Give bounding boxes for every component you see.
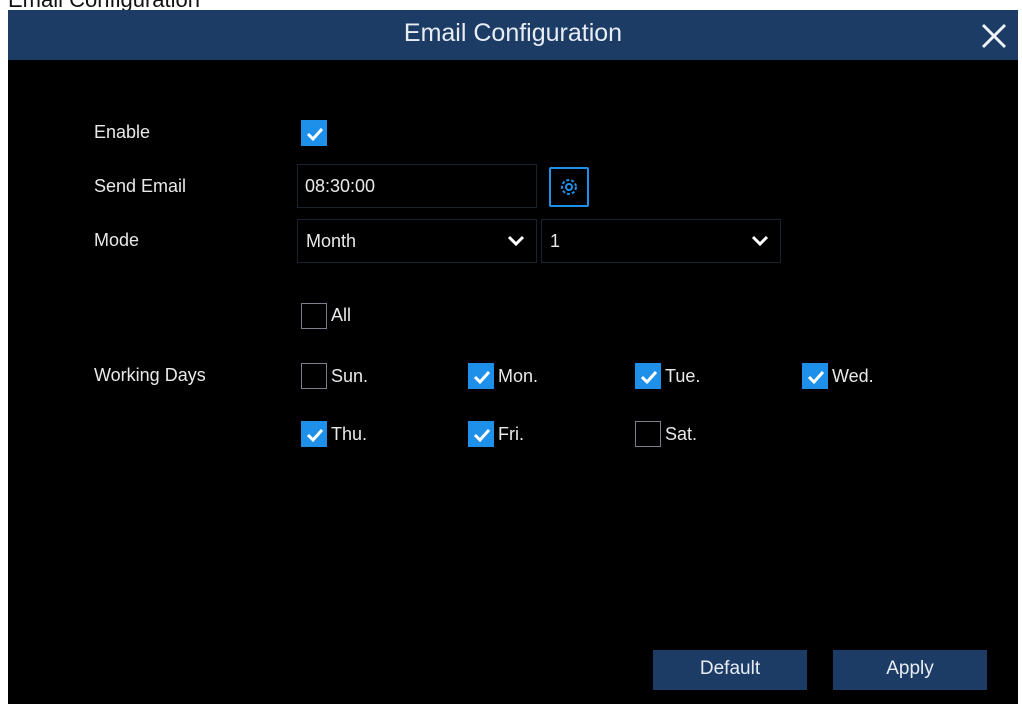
day-label-tue: Tue. <box>665 366 701 386</box>
checkmark-icon <box>640 370 658 385</box>
mode-select-value: Month <box>306 231 357 251</box>
close-icon <box>981 23 1007 49</box>
checkmark-icon <box>807 370 825 385</box>
day-label-mon: Mon. <box>498 366 539 386</box>
day-label-sun: Sun. <box>331 366 369 386</box>
day-label-sat: Sat. <box>665 424 698 444</box>
send-email-time-input[interactable]: 08:30:00 <box>297 164 537 208</box>
enable-label: Enable <box>94 122 151 142</box>
day-checkbox-thu[interactable] <box>301 421 327 447</box>
day-checkbox-mon[interactable] <box>468 363 494 389</box>
day-checkbox-sat[interactable] <box>635 421 661 447</box>
day-label-wed: Wed. <box>832 366 874 386</box>
day-checkbox-sun[interactable] <box>301 363 327 389</box>
email-configuration-dialog: Email Configuration Enable Send Email 08… <box>8 10 1018 704</box>
enable-checkbox[interactable] <box>301 120 327 146</box>
mode-select[interactable]: Month <box>297 219 537 263</box>
close-button[interactable] <box>974 16 1014 56</box>
mode-day-select[interactable]: 1 <box>541 219 781 263</box>
checkmark-icon <box>473 370 491 385</box>
checkmark-icon <box>306 428 324 443</box>
title-bar: Email Configuration <box>8 10 1018 60</box>
all-days-label: All <box>331 305 352 325</box>
send-email-time-value: 08:30:00 <box>305 176 376 196</box>
chevron-down-icon <box>751 235 769 247</box>
gear-icon <box>561 179 577 195</box>
dialog-title: Email Configuration <box>403 19 623 47</box>
all-days-checkbox[interactable] <box>301 303 327 329</box>
mode-label: Mode <box>94 230 140 250</box>
chevron-down-icon <box>507 235 525 247</box>
checkmark-icon <box>473 428 491 443</box>
apply-button[interactable]: Apply <box>833 650 987 690</box>
mode-day-select-value: 1 <box>550 231 561 251</box>
day-checkbox-fri[interactable] <box>468 421 494 447</box>
email-settings-button[interactable] <box>549 167 589 207</box>
day-checkbox-tue[interactable] <box>635 363 661 389</box>
send-email-label: Send Email <box>94 176 187 196</box>
day-label-fri: Fri. <box>498 424 524 444</box>
day-label-thu: Thu. <box>331 424 368 444</box>
checkmark-icon <box>306 127 324 142</box>
default-button[interactable]: Default <box>653 650 807 690</box>
working-days-label: Working Days <box>94 365 206 385</box>
day-checkbox-wed[interactable] <box>802 363 828 389</box>
